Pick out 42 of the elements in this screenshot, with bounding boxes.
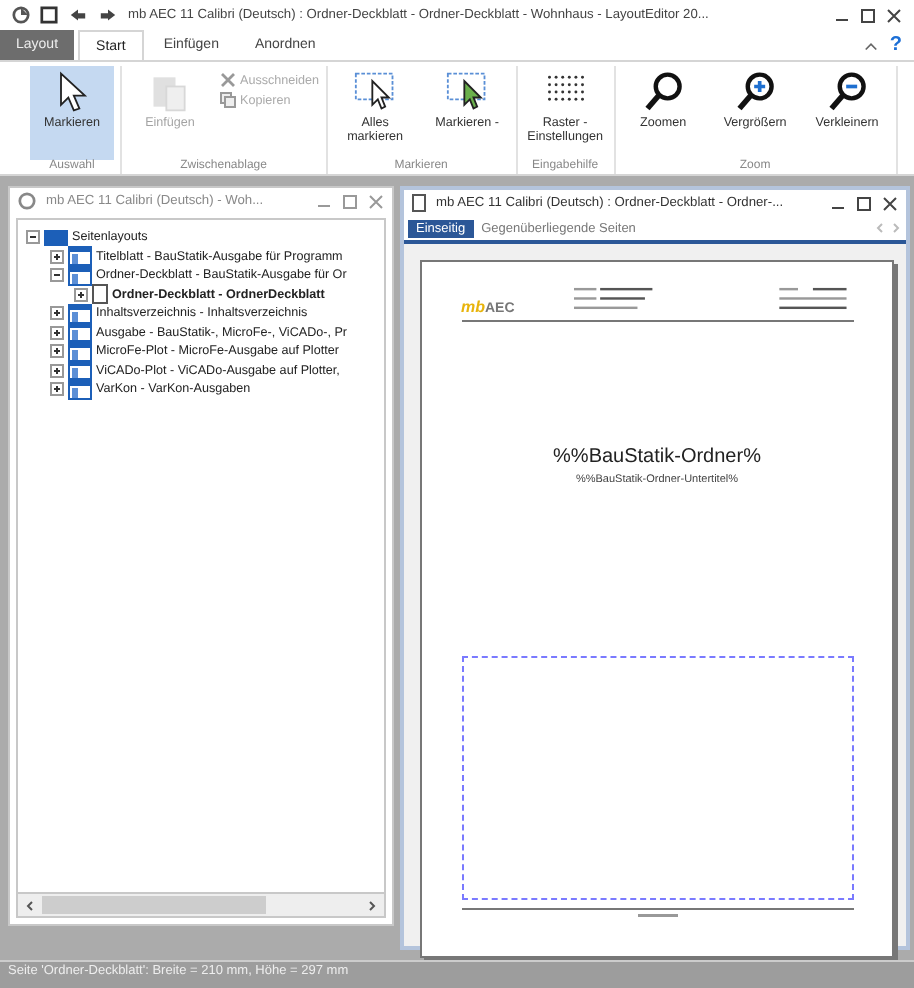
layout-icon <box>68 265 92 286</box>
undo-icon[interactable] <box>68 6 88 24</box>
expander-icon[interactable] <box>50 268 64 283</box>
pointer-icon <box>353 70 398 114</box>
expander-icon[interactable] <box>50 363 64 378</box>
expander-icon[interactable] <box>50 344 64 359</box>
scissors-icon <box>220 72 236 88</box>
zoom-out-icon <box>825 70 870 114</box>
scroll-left-icon[interactable] <box>24 899 36 911</box>
pointer-icon <box>445 70 490 114</box>
layout-icon <box>68 246 92 267</box>
redo-icon[interactable] <box>98 6 118 24</box>
zoom-in-icon <box>733 70 778 114</box>
help-button[interactable]: ? <box>889 34 902 56</box>
expander-icon[interactable] <box>74 287 88 302</box>
page-heading: %%BauStatik-Ordner% <box>553 446 761 468</box>
scroll-right-icon[interactable] <box>366 899 378 911</box>
expander-icon[interactable] <box>50 382 64 397</box>
maximize-icon[interactable] <box>860 7 876 23</box>
layout-icon <box>68 379 92 400</box>
search-icon <box>641 70 686 114</box>
expander-icon[interactable] <box>50 249 64 264</box>
expander-icon[interactable] <box>50 325 64 340</box>
layout-icon <box>68 303 92 324</box>
expander-icon[interactable] <box>50 306 64 321</box>
collapse-icon[interactable] <box>863 39 878 51</box>
scrollbar-thumb[interactable] <box>42 896 266 914</box>
folder-icon <box>44 228 68 247</box>
maximize-icon[interactable] <box>856 195 872 211</box>
layout-icon <box>68 322 92 343</box>
app-icon <box>18 192 36 210</box>
close-icon[interactable] <box>882 195 898 211</box>
expander-icon[interactable] <box>26 230 40 245</box>
close-icon[interactable] <box>886 7 902 23</box>
layout-icon <box>68 360 92 381</box>
copy-icon <box>220 92 236 108</box>
app-icon <box>12 6 30 24</box>
page-icon <box>92 284 108 305</box>
save-icon[interactable] <box>40 6 58 24</box>
layout-icon <box>68 341 92 362</box>
logo-mark: mb <box>461 298 485 316</box>
footer-text-drawing <box>637 914 677 920</box>
